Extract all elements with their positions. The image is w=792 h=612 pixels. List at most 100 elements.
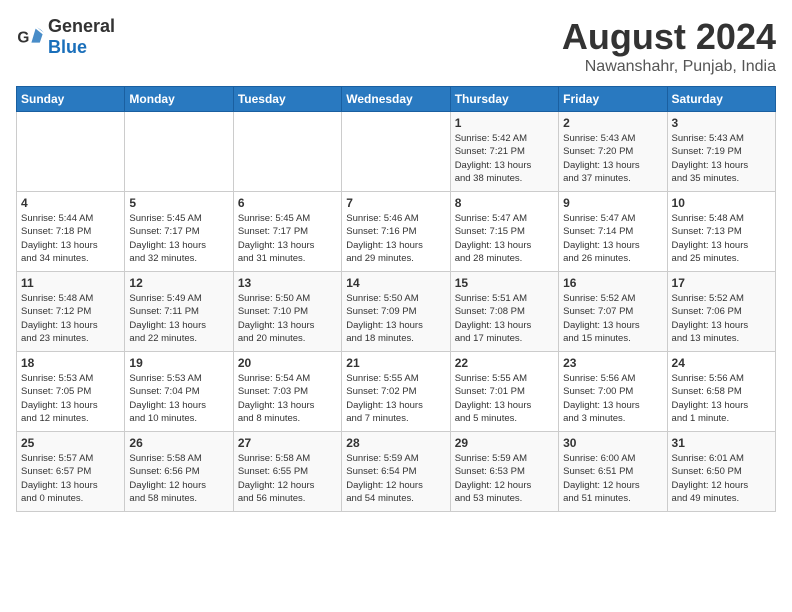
day-detail: Sunrise: 5:55 AMSunset: 7:02 PMDaylight:… [346, 372, 445, 425]
logo-icon: G [16, 23, 44, 51]
day-number: 17 [672, 276, 771, 290]
day-cell-empty [342, 112, 450, 192]
day-cell-19: 19 Sunrise: 5:53 AMSunset: 7:04 PMDayligh… [125, 352, 233, 432]
day-detail: Sunrise: 5:58 AMSunset: 6:56 PMDaylight:… [129, 452, 228, 505]
day-detail: Sunrise: 5:45 AMSunset: 7:17 PMDaylight:… [129, 212, 228, 265]
day-cell-29: 29 Sunrise: 5:59 AMSunset: 6:53 PMDayligh… [450, 432, 558, 512]
day-cell-7: 7 Sunrise: 5:46 AMSunset: 7:16 PMDaylight… [342, 192, 450, 272]
day-detail: Sunrise: 5:50 AMSunset: 7:10 PMDaylight:… [238, 292, 337, 345]
day-detail: Sunrise: 5:49 AMSunset: 7:11 PMDaylight:… [129, 292, 228, 345]
day-cell-14: 14 Sunrise: 5:50 AMSunset: 7:09 PMDayligh… [342, 272, 450, 352]
day-cell-20: 20 Sunrise: 5:54 AMSunset: 7:03 PMDayligh… [233, 352, 341, 432]
day-number: 20 [238, 356, 337, 370]
week-row-4: 18 Sunrise: 5:53 AMSunset: 7:05 PMDayligh… [17, 352, 776, 432]
day-cell-16: 16 Sunrise: 5:52 AMSunset: 7:07 PMDayligh… [559, 272, 667, 352]
day-number: 12 [129, 276, 228, 290]
title-section: August 2024 Nawanshahr, Punjab, India [562, 16, 776, 76]
weekday-header-monday: Monday [125, 87, 233, 112]
day-cell-22: 22 Sunrise: 5:55 AMSunset: 7:01 PMDayligh… [450, 352, 558, 432]
day-detail: Sunrise: 5:48 AMSunset: 7:13 PMDaylight:… [672, 212, 771, 265]
day-number: 26 [129, 436, 228, 450]
day-cell-30: 30Sunrise: 6:00 AMSunset: 6:51 PMDayligh… [559, 432, 667, 512]
day-detail: Sunrise: 5:53 AMSunset: 7:05 PMDaylight:… [21, 372, 120, 425]
day-detail: Sunrise: 5:52 AMSunset: 7:06 PMDaylight:… [672, 292, 771, 345]
day-detail: Sunrise: 5:52 AMSunset: 7:07 PMDaylight:… [563, 292, 662, 345]
day-detail: Sunrise: 5:43 AMSunset: 7:19 PMDaylight:… [672, 132, 771, 185]
week-row-1: 1Sunrise: 5:42 AMSunset: 7:21 PMDaylight… [17, 112, 776, 192]
day-cell-11: 11 Sunrise: 5:48 AMSunset: 7:12 PMDayligh… [17, 272, 125, 352]
logo: G General Blue [16, 16, 115, 58]
week-row-3: 11 Sunrise: 5:48 AMSunset: 7:12 PMDayligh… [17, 272, 776, 352]
day-cell-empty [125, 112, 233, 192]
day-number: 18 [21, 356, 120, 370]
day-cell-23: 23 Sunrise: 5:56 AMSunset: 7:00 PMDayligh… [559, 352, 667, 432]
main-title: August 2024 [562, 16, 776, 58]
day-number: 29 [455, 436, 554, 450]
day-detail: Sunrise: 5:44 AMSunset: 7:18 PMDaylight:… [21, 212, 120, 265]
day-cell-8: 8Sunrise: 5:47 AMSunset: 7:15 PMDaylight… [450, 192, 558, 272]
day-cell-6: 6Sunrise: 5:45 AMSunset: 7:17 PMDaylight… [233, 192, 341, 272]
weekday-header-wednesday: Wednesday [342, 87, 450, 112]
day-number: 22 [455, 356, 554, 370]
day-detail: Sunrise: 5:53 AMSunset: 7:04 PMDaylight:… [129, 372, 228, 425]
day-cell-5: 5 Sunrise: 5:45 AMSunset: 7:17 PMDaylight… [125, 192, 233, 272]
day-cell-27: 27Sunrise: 5:58 AMSunset: 6:55 PMDayligh… [233, 432, 341, 512]
weekday-header-tuesday: Tuesday [233, 87, 341, 112]
day-cell-9: 9Sunrise: 5:47 AMSunset: 7:14 PMDaylight… [559, 192, 667, 272]
day-detail: Sunrise: 5:59 AMSunset: 6:54 PMDaylight:… [346, 452, 445, 505]
day-cell-empty [233, 112, 341, 192]
day-cell-17: 17 Sunrise: 5:52 AMSunset: 7:06 PMDayligh… [667, 272, 775, 352]
day-detail: Sunrise: 5:50 AMSunset: 7:09 PMDaylight:… [346, 292, 445, 345]
logo-text-general: General [48, 16, 115, 36]
logo-text-blue: Blue [48, 37, 87, 57]
day-detail: Sunrise: 5:51 AMSunset: 7:08 PMDaylight:… [455, 292, 554, 345]
weekday-header-sunday: Sunday [17, 87, 125, 112]
svg-text:G: G [17, 30, 29, 47]
day-cell-26: 26 Sunrise: 5:58 AMSunset: 6:56 PMDayligh… [125, 432, 233, 512]
day-number: 24 [672, 356, 771, 370]
day-detail: Sunrise: 5:46 AMSunset: 7:16 PMDaylight:… [346, 212, 445, 265]
day-number: 25 [21, 436, 120, 450]
day-cell-25: 25 Sunrise: 5:57 AMSunset: 6:57 PMDayligh… [17, 432, 125, 512]
week-row-5: 25 Sunrise: 5:57 AMSunset: 6:57 PMDayligh… [17, 432, 776, 512]
day-cell-21: 21 Sunrise: 5:55 AMSunset: 7:02 PMDayligh… [342, 352, 450, 432]
day-detail: Sunrise: 6:00 AMSunset: 6:51 PMDaylight:… [563, 452, 662, 505]
day-detail: Sunrise: 5:48 AMSunset: 7:12 PMDaylight:… [21, 292, 120, 345]
day-cell-4: 4Sunrise: 5:44 AMSunset: 7:18 PMDaylight… [17, 192, 125, 272]
day-detail: Sunrise: 5:56 AMSunset: 7:00 PMDaylight:… [563, 372, 662, 425]
day-cell-15: 15 Sunrise: 5:51 AMSunset: 7:08 PMDayligh… [450, 272, 558, 352]
day-detail: Sunrise: 5:56 AMSunset: 6:58 PMDaylight:… [672, 372, 771, 425]
day-detail: Sunrise: 5:59 AMSunset: 6:53 PMDaylight:… [455, 452, 554, 505]
day-detail: Sunrise: 5:57 AMSunset: 6:57 PMDaylight:… [21, 452, 120, 505]
day-number: 8 [455, 196, 554, 210]
day-number: 13 [238, 276, 337, 290]
day-number: 5 [129, 196, 228, 210]
day-number: 16 [563, 276, 662, 290]
day-number: 9 [563, 196, 662, 210]
day-number: 15 [455, 276, 554, 290]
day-number: 11 [21, 276, 120, 290]
day-cell-13: 13 Sunrise: 5:50 AMSunset: 7:10 PMDayligh… [233, 272, 341, 352]
day-number: 23 [563, 356, 662, 370]
weekday-header-friday: Friday [559, 87, 667, 112]
day-number: 7 [346, 196, 445, 210]
week-row-2: 4Sunrise: 5:44 AMSunset: 7:18 PMDaylight… [17, 192, 776, 272]
day-cell-1: 1Sunrise: 5:42 AMSunset: 7:21 PMDaylight… [450, 112, 558, 192]
day-number: 3 [672, 116, 771, 130]
day-cell-10: 10Sunrise: 5:48 AMSunset: 7:13 PMDayligh… [667, 192, 775, 272]
day-cell-24: 24 Sunrise: 5:56 AMSunset: 6:58 PMDayligh… [667, 352, 775, 432]
weekday-header-saturday: Saturday [667, 87, 775, 112]
day-number: 21 [346, 356, 445, 370]
day-detail: Sunrise: 5:54 AMSunset: 7:03 PMDaylight:… [238, 372, 337, 425]
day-cell-18: 18 Sunrise: 5:53 AMSunset: 7:05 PMDayligh… [17, 352, 125, 432]
day-number: 27 [238, 436, 337, 450]
day-cell-2: 2Sunrise: 5:43 AMSunset: 7:20 PMDaylight… [559, 112, 667, 192]
day-number: 19 [129, 356, 228, 370]
day-number: 14 [346, 276, 445, 290]
calendar-table: SundayMondayTuesdayWednesdayThursdayFrid… [16, 86, 776, 512]
weekday-header-row: SundayMondayTuesdayWednesdayThursdayFrid… [17, 87, 776, 112]
day-cell-28: 28Sunrise: 5:59 AMSunset: 6:54 PMDayligh… [342, 432, 450, 512]
day-detail: Sunrise: 5:55 AMSunset: 7:01 PMDaylight:… [455, 372, 554, 425]
day-number: 1 [455, 116, 554, 130]
day-cell-3: 3 Sunrise: 5:43 AMSunset: 7:19 PMDaylight… [667, 112, 775, 192]
